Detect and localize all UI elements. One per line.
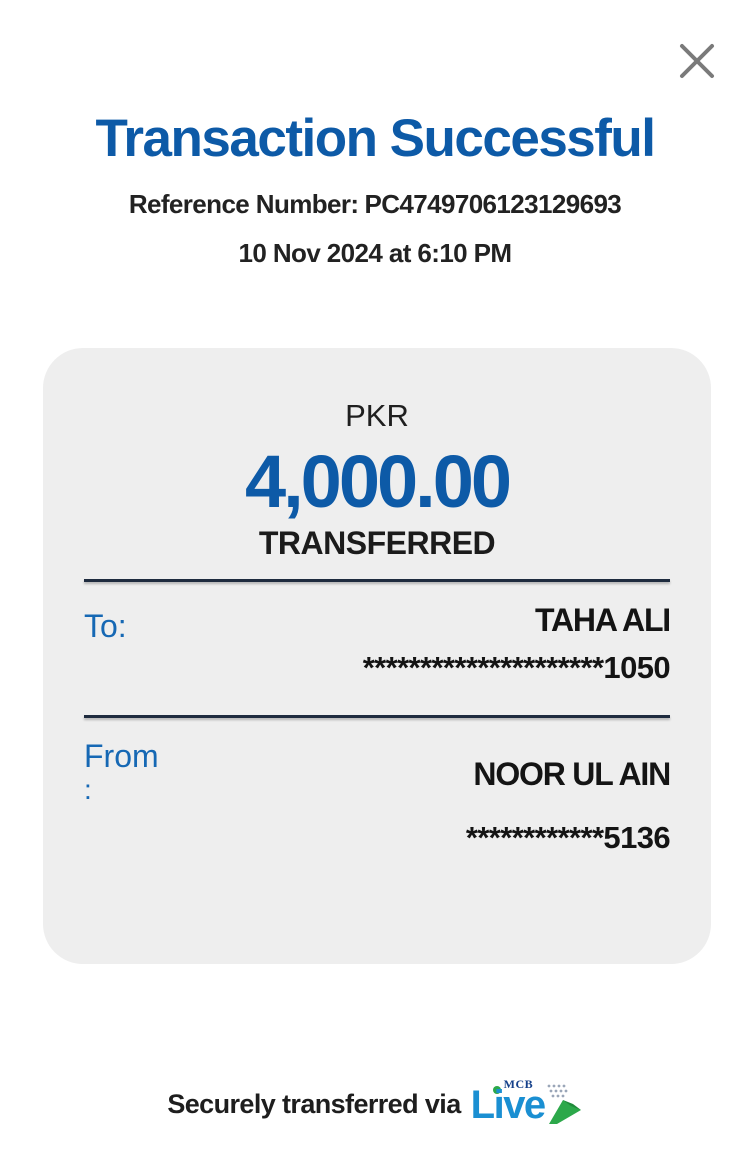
footer: Securely transferred via MCB Live [0, 1076, 750, 1132]
sender-label-colon: : [84, 774, 92, 805]
sender-name: NOOR UL AIN [473, 756, 671, 792]
page-title: Transaction Successful [95, 109, 656, 168]
transaction-card: PKR 4,000.00 TRANSFERRED To: TAHA ALI **… [43, 348, 711, 964]
amount-value: 4,000.00 [244, 440, 512, 523]
reference-line: Reference Number: PC4749706123129693 [0, 187, 750, 221]
reference-label: Reference Number: [128, 189, 359, 219]
sender-label-text: From [84, 738, 159, 774]
sender-account: ************5136 [465, 820, 671, 855]
transaction-datetime: 10 Nov 2024 at 6:10 PM [238, 238, 513, 268]
sender-label: From : [84, 738, 159, 806]
footer-text: Securely transferred via [167, 1088, 461, 1119]
brand-live-text: Live [470, 1083, 547, 1127]
mcb-live-logo: MCB Live [471, 1076, 583, 1132]
recipient-account: *********************1050 [362, 650, 671, 685]
currency-label: PKR [345, 398, 409, 433]
transfer-status: TRANSFERRED [258, 525, 496, 561]
recipient-name: TAHA ALI [535, 602, 671, 638]
divider [84, 715, 670, 718]
divider [84, 579, 670, 582]
close-icon [680, 44, 714, 78]
arrow-right-icon [547, 1084, 581, 1124]
reference-number: PC4749706123129693 [364, 189, 622, 219]
recipient-label: To: [84, 608, 127, 644]
close-button[interactable] [672, 36, 722, 86]
